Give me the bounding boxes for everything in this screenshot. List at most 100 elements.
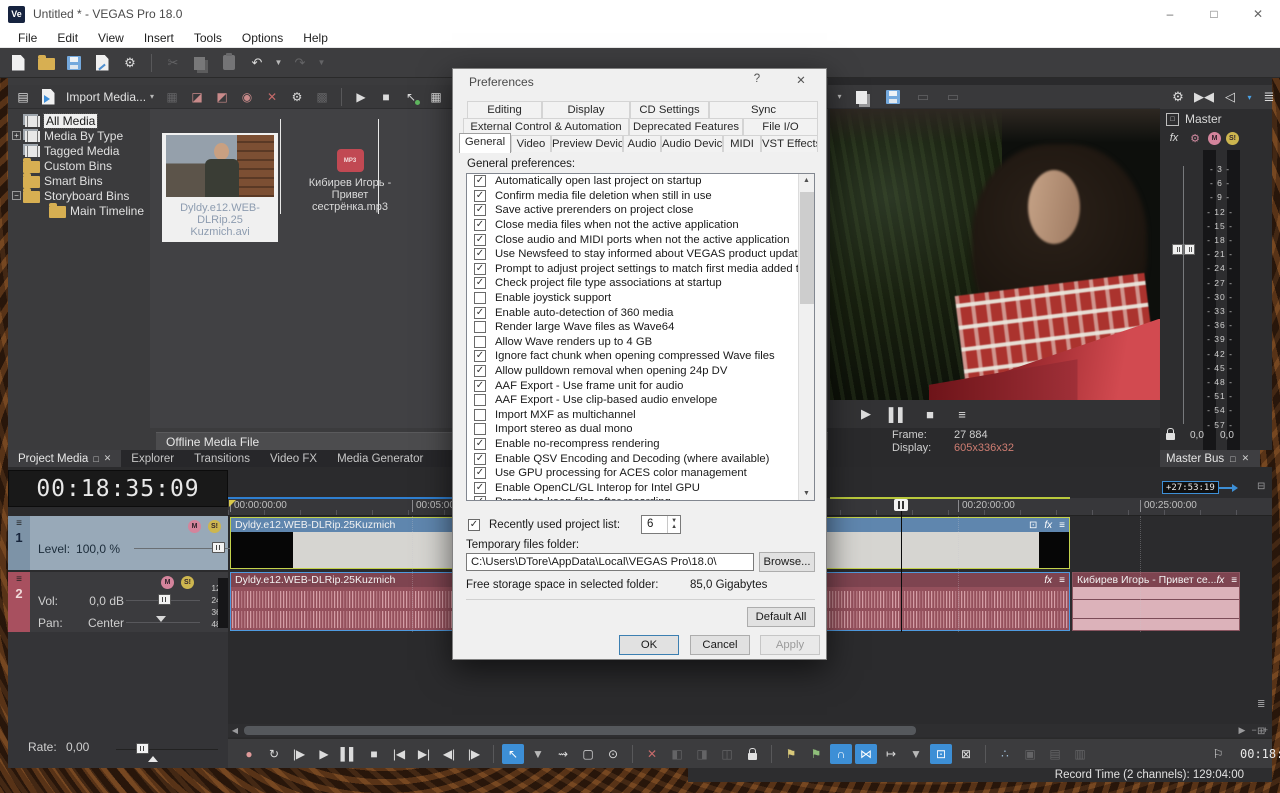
checkbox[interactable]: ✓ — [474, 481, 486, 494]
checkbox[interactable]: ✓ — [474, 204, 486, 217]
go-to-start-icon[interactable]: |◀ — [388, 744, 410, 764]
play-icon[interactable]: ▶ — [313, 744, 335, 764]
preference-option[interactable]: Import stereo as dual mono — [467, 422, 814, 437]
new-project-icon[interactable] — [6, 52, 30, 74]
auto-preview-icon[interactable]: ↖ — [400, 87, 422, 107]
preference-option[interactable]: ✓ Enable OpenCL/GL Interop for Intel GPU — [467, 480, 814, 495]
media-item[interactable]: MP3 Кибирев Игорь - Привет сестрёнка.mp3 — [296, 133, 404, 213]
restore-icon[interactable]: □ — [93, 454, 98, 464]
track1-solo-icon[interactable]: S! — [208, 520, 221, 533]
sidebar-item-smart-bins[interactable]: Smart Bins — [8, 173, 150, 188]
event-menu-icon[interactable]: ≡ — [1059, 575, 1065, 586]
menu-view[interactable]: View — [88, 31, 134, 45]
tab-sync[interactable]: Sync — [709, 101, 818, 118]
general-options-icon[interactable]: ⚙ — [118, 52, 142, 74]
sidebar-item-media-by-type[interactable]: + Media By Type — [8, 128, 150, 143]
auto-ripple-icon[interactable]: ↦ — [880, 744, 902, 764]
volume-envelope[interactable] — [1073, 599, 1239, 600]
sidebar-item-tagged-media[interactable]: Tagged Media — [8, 143, 150, 158]
preference-option[interactable]: ✓ Close media files when not the active a… — [467, 218, 814, 233]
tree-expander-icon[interactable]: + — [12, 131, 21, 140]
preference-option[interactable]: ✓ Enable QSV Encoding and Decoding (where… — [467, 451, 814, 466]
close-button[interactable]: ✕ — [1236, 0, 1280, 28]
preference-option[interactable]: Enable joystick support — [467, 291, 814, 306]
preference-option[interactable]: ✓ Prompt to keep files after recording — [467, 495, 814, 500]
rate-reset-arrow[interactable] — [148, 756, 158, 762]
ok-button[interactable]: OK — [619, 635, 679, 655]
preference-option[interactable]: ✓ Enable no-recompress rendering — [467, 437, 814, 452]
preference-option[interactable]: ✓ Automatically open last project on star… — [467, 174, 814, 189]
timeline-event-audio-2[interactable]: Кибирев Игорь - Привет се... fx ≡ — [1072, 572, 1240, 631]
insert-region-icon[interactable]: ⚑ — [805, 744, 827, 764]
scrollbar-thumb[interactable] — [800, 192, 814, 304]
list-scrollbar[interactable]: ▲ ▼ — [798, 174, 814, 500]
enable-snapping-icon[interactable]: ∩ — [830, 743, 852, 764]
track2-mute-icon[interactable]: M — [161, 576, 174, 589]
preference-option[interactable]: ✓ Allow pulldown removal when opening 24p… — [467, 364, 814, 379]
dialog-close-button[interactable]: ✕ — [792, 73, 810, 87]
cancel-button[interactable]: Cancel — [690, 635, 750, 655]
preview-stop-icon[interactable]: ■ — [918, 403, 942, 425]
lock-envelopes-icon[interactable]: ⊡ — [930, 743, 952, 764]
checkbox[interactable]: ✓ — [474, 365, 486, 378]
selection-edit-tool-icon[interactable]: ▢ — [577, 744, 599, 764]
stop-preview-icon[interactable]: ■ — [375, 87, 397, 107]
menu-file[interactable]: File — [8, 31, 47, 45]
preference-option[interactable]: ✓ Enable auto-detection of 360 media — [467, 305, 814, 320]
checkbox[interactable]: ✓ — [474, 233, 486, 246]
checkbox[interactable]: ✓ — [474, 437, 486, 450]
project-properties-icon[interactable] — [90, 52, 114, 74]
event-pan-crop-icon[interactable]: ⊡ — [1029, 520, 1037, 531]
track1-number-tile[interactable]: ≡ 1 — [8, 516, 30, 570]
timecode-display[interactable]: 00:18:35:09 — [8, 470, 228, 507]
preference-option[interactable]: ✓ Check project file type associations at… — [467, 276, 814, 291]
save-project-icon[interactable] — [62, 52, 86, 74]
media-properties-icon[interactable]: ⚙ — [286, 87, 308, 107]
menu-insert[interactable]: Insert — [134, 31, 184, 45]
volume-envelope[interactable] — [1073, 618, 1239, 619]
zoom-out-icon[interactable]: − — [1251, 725, 1256, 736]
maximize-button[interactable]: □ — [1192, 0, 1236, 28]
tab-midi[interactable]: MIDI — [723, 135, 761, 152]
menu-options[interactable]: Options — [232, 31, 293, 45]
next-frame-icon[interactable]: |▶ — [463, 744, 485, 764]
previous-frame-icon[interactable]: ◀| — [438, 744, 460, 764]
extract-audio-icon[interactable]: ◉ — [236, 87, 258, 107]
minimize-button[interactable]: – — [1148, 0, 1192, 28]
play-from-start-icon[interactable]: |▶ — [288, 744, 310, 764]
tab-video[interactable]: Video — [511, 135, 551, 152]
normal-edit-tool-icon[interactable]: ↖ — [502, 743, 524, 764]
master-solo-icon[interactable]: S! — [1226, 131, 1239, 145]
time-selection-bar[interactable] — [228, 497, 452, 499]
tab-general[interactable]: General — [459, 133, 511, 153]
loop-playback-icon[interactable]: ↻ — [263, 744, 285, 764]
checkbox[interactable]: ✓ — [474, 496, 486, 500]
import-media-icon[interactable] — [37, 87, 59, 107]
checkbox[interactable] — [474, 321, 486, 334]
sidebar-item-all-media[interactable]: All Media — [8, 112, 150, 129]
checkbox[interactable]: ✓ — [474, 248, 486, 261]
hamburger-icon[interactable]: ≡ — [16, 575, 22, 585]
fader-lock-icon[interactable] — [1166, 428, 1175, 440]
dock-grid-icon[interactable]: ⊞ — [1257, 726, 1265, 737]
tab-deprecated-features[interactable]: Deprecated Features — [629, 118, 743, 135]
preference-option[interactable]: Allow Wave renders up to 4 GB — [467, 335, 814, 350]
dock-menu-icon[interactable]: ≣ — [1257, 699, 1265, 710]
event-fx-icon[interactable]: fx — [1044, 575, 1052, 586]
undo-icon[interactable]: ↶ — [245, 52, 269, 74]
dim-dropdown-icon[interactable]: ▾ — [1244, 86, 1255, 108]
checkbox[interactable]: ✓ — [474, 277, 486, 290]
delete-icon[interactable]: ✕ — [641, 744, 663, 764]
checkbox[interactable]: ✓ — [474, 262, 486, 275]
tab-preview-device[interactable]: Preview Device — [551, 135, 623, 152]
master-properties-icon[interactable]: ⚙ — [1166, 86, 1190, 108]
master-insert-fx-icon[interactable]: ⚙ — [1187, 130, 1203, 146]
preview-menu-icon[interactable]: ≡ — [950, 403, 974, 425]
tab-vst-effects[interactable]: VST Effects — [761, 135, 818, 152]
timeline-scrollbar[interactable]: ◀ ▶ − + — [228, 724, 1272, 737]
master-fader-right[interactable] — [1184, 244, 1195, 255]
sidebar-item-storyboard-bins[interactable]: − Storyboard Bins — [8, 188, 150, 203]
recent-count-stepper[interactable]: 6 ▲ ▼ — [641, 515, 682, 534]
dim-output-icon[interactable]: ◁ — [1218, 86, 1242, 108]
checkbox[interactable]: ✓ — [474, 452, 486, 465]
